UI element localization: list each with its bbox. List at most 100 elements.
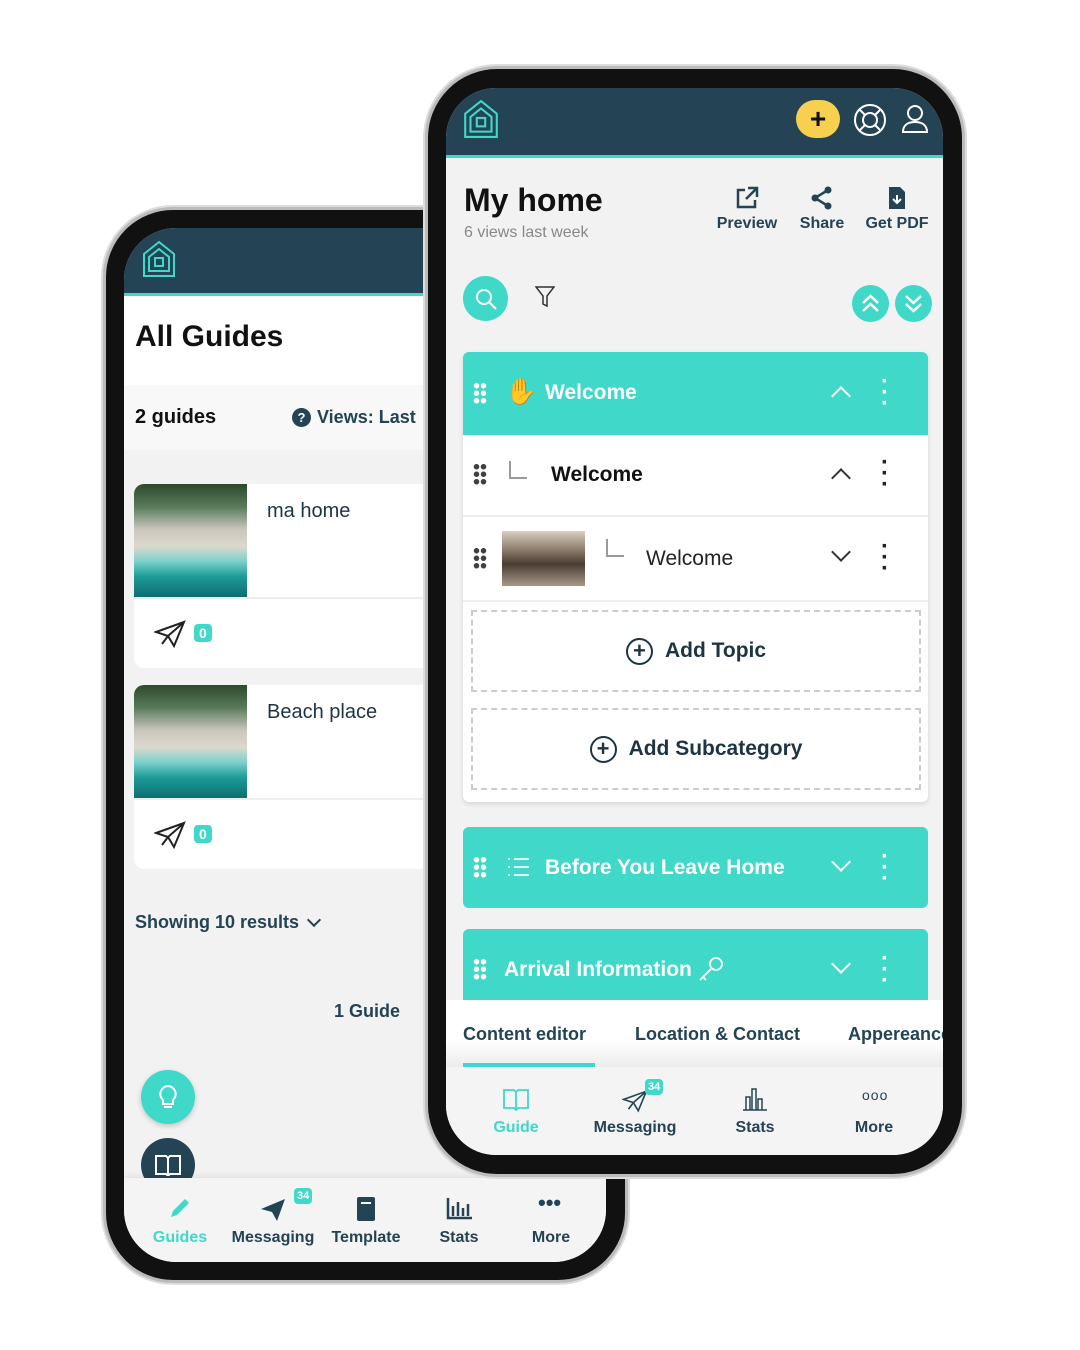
file-download-icon bbox=[889, 187, 905, 209]
nav-more[interactable]: More bbox=[501, 1229, 601, 1247]
more-vertical-icon[interactable]: · · · bbox=[881, 845, 889, 891]
more-vertical-icon[interactable]: · · · bbox=[881, 451, 889, 497]
guide-count: 2 guides bbox=[135, 406, 217, 428]
drag-handle-icon[interactable] bbox=[473, 463, 487, 485]
collapse-all-button[interactable] bbox=[852, 285, 889, 322]
category-card: ✋ Welcome · · · Welcome · · · Welcome · · · + … bbox=[463, 352, 928, 802]
app-header: + bbox=[446, 88, 943, 158]
nav-more[interactable]: More bbox=[824, 1119, 924, 1137]
bottom-nav: Guides 34 Messaging Template Stats ••• M… bbox=[124, 1178, 606, 1262]
help-lifebuoy-icon[interactable] bbox=[853, 103, 887, 137]
topic-row[interactable]: Welcome · · · bbox=[463, 519, 928, 602]
chevron-down-icon bbox=[306, 912, 322, 928]
expand-all-button[interactable] bbox=[895, 285, 932, 322]
chevron-down-icon[interactable] bbox=[831, 542, 851, 562]
share-icon bbox=[811, 186, 832, 210]
tab-appearance[interactable]: Appereance bbox=[848, 1024, 943, 1045]
subcategory-row[interactable]: Welcome · · · bbox=[463, 435, 928, 517]
external-link-icon bbox=[736, 186, 759, 209]
list-icon bbox=[508, 858, 529, 876]
bottom-nav: Guide 34 Messaging Stats ooo More bbox=[446, 1067, 943, 1155]
category-label: Arrival Information bbox=[504, 958, 692, 981]
plus-circle-icon: + bbox=[625, 637, 653, 665]
message-count-badge: 0 bbox=[194, 624, 212, 642]
more-vertical-icon[interactable]: · · · bbox=[881, 535, 889, 581]
topic-thumbnail bbox=[502, 531, 585, 586]
page-subtitle: 6 views last week bbox=[464, 224, 589, 241]
nav-template[interactable]: Template bbox=[316, 1229, 416, 1247]
drag-handle-icon[interactable] bbox=[473, 856, 487, 878]
logo-icon bbox=[143, 240, 175, 277]
more-icon: ••• bbox=[538, 1190, 562, 1215]
get-pdf-button[interactable]: Get PDF bbox=[847, 186, 943, 233]
more-vertical-icon[interactable]: · · · bbox=[881, 370, 889, 416]
message-count-badge: 0 bbox=[194, 825, 212, 843]
chevron-up-icon[interactable] bbox=[831, 468, 851, 488]
guide-name: ma home bbox=[267, 500, 351, 522]
chevrons-down-icon bbox=[905, 295, 922, 313]
bar-chart-icon bbox=[446, 1198, 472, 1220]
search-icon bbox=[476, 289, 497, 310]
add-subcategory-button[interactable]: + Add Subcategory bbox=[471, 708, 921, 790]
category-row[interactable]: ✋ Welcome · · · bbox=[463, 352, 928, 435]
chevron-down-icon[interactable] bbox=[831, 954, 851, 974]
subitem-arrow-icon bbox=[606, 539, 624, 557]
guide-thumbnail bbox=[134, 484, 247, 597]
chevron-up-icon[interactable] bbox=[831, 386, 851, 406]
tab-location-contact[interactable]: Location & Contact bbox=[635, 1024, 800, 1045]
category-row[interactable]: Arrival Information · · · bbox=[463, 929, 928, 1010]
views-filter[interactable]: ? Views: Last bbox=[292, 407, 416, 428]
messaging-badge: 34 bbox=[645, 1079, 664, 1095]
drag-handle-icon[interactable] bbox=[473, 547, 487, 569]
chevrons-up-icon bbox=[862, 294, 879, 312]
nav-stats[interactable]: Stats bbox=[409, 1229, 509, 1247]
book-icon bbox=[155, 1155, 181, 1178]
nav-stats[interactable]: Stats bbox=[705, 1119, 805, 1137]
book-icon bbox=[357, 1197, 375, 1221]
nav-guides[interactable]: Guides bbox=[130, 1229, 230, 1247]
guide-thumbnail bbox=[134, 685, 247, 798]
subcategory-label: Welcome bbox=[551, 463, 643, 486]
chevron-down-icon[interactable] bbox=[831, 852, 851, 872]
editor-tabs: Content editor Location & Contact Appere… bbox=[446, 1000, 943, 1067]
add-topic-button[interactable]: + Add Topic bbox=[471, 610, 921, 692]
lightbulb-icon bbox=[159, 1084, 177, 1108]
tab-content-editor[interactable]: Content editor bbox=[463, 1024, 586, 1045]
search-button[interactable] bbox=[463, 276, 508, 321]
category-row[interactable]: Before You Leave Home · · · bbox=[463, 827, 928, 908]
paper-plane-icon bbox=[261, 1199, 285, 1221]
plus-circle-icon: + bbox=[589, 735, 617, 763]
book-icon bbox=[503, 1089, 529, 1111]
more-icon: ooo bbox=[862, 1087, 889, 1103]
front-phone-screen: + My home 6 views last week Preview Shar… bbox=[446, 88, 943, 1155]
more-vertical-icon[interactable]: · · · bbox=[881, 947, 889, 993]
page-title: All Guides bbox=[135, 320, 284, 353]
hand-icon: ✋ bbox=[505, 376, 538, 406]
user-icon[interactable] bbox=[901, 104, 929, 134]
lightbulb-button[interactable] bbox=[141, 1070, 195, 1124]
nav-messaging[interactable]: Messaging bbox=[585, 1119, 685, 1137]
page-title: My home bbox=[464, 182, 603, 218]
filter-icon[interactable] bbox=[535, 286, 555, 308]
paper-plane-icon bbox=[154, 620, 186, 648]
bar-chart-icon bbox=[743, 1088, 767, 1111]
pencil-icon bbox=[171, 1199, 189, 1217]
drag-handle-icon[interactable] bbox=[473, 382, 487, 404]
nav-guide[interactable]: Guide bbox=[466, 1119, 566, 1137]
add-button[interactable]: + bbox=[796, 100, 840, 138]
topic-label: Welcome bbox=[646, 547, 734, 570]
paper-plane-icon bbox=[154, 821, 186, 849]
category-label: Before You Leave Home bbox=[545, 856, 785, 879]
paper-plane-icon bbox=[622, 1089, 648, 1113]
drag-handle-icon[interactable] bbox=[473, 958, 487, 980]
logo-icon bbox=[464, 99, 498, 138]
results-dropdown[interactable]: Showing 10 results bbox=[135, 912, 322, 933]
nav-messaging[interactable]: Messaging bbox=[223, 1229, 323, 1247]
subitem-arrow-icon bbox=[509, 461, 527, 479]
key-icon bbox=[699, 957, 723, 981]
pagination-label: 1 Guide bbox=[334, 1001, 401, 1021]
messaging-badge: 34 bbox=[294, 1188, 313, 1204]
guide-name: Beach place bbox=[267, 701, 378, 723]
help-icon: ? bbox=[292, 408, 311, 427]
category-label: Welcome bbox=[545, 381, 637, 404]
